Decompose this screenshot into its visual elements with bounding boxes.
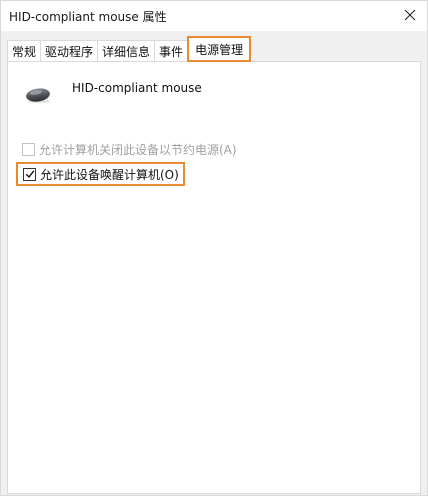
allow-turn-off-label: 允许计算机关闭此设备以节约电源(A) bbox=[39, 143, 237, 157]
tab-details[interactable]: 详细信息 bbox=[97, 40, 156, 62]
power-management-panel: HID-compliant mouse 允许计算机关闭此设备以节约电源(A) 允… bbox=[7, 61, 421, 494]
allow-wake-checkbox[interactable] bbox=[23, 167, 36, 181]
close-icon bbox=[404, 9, 416, 21]
close-button[interactable] bbox=[395, 1, 425, 29]
tab-events[interactable]: 事件 bbox=[154, 40, 189, 62]
checkmark-icon bbox=[25, 170, 34, 179]
device-name: HID-compliant mouse bbox=[72, 81, 202, 95]
allow-turn-off-checkbox[interactable] bbox=[22, 143, 35, 156]
allow-wake-label: 允许此设备唤醒计算机(O) bbox=[40, 167, 179, 182]
tab-driver[interactable]: 驱动程序 bbox=[40, 40, 99, 62]
mouse-icon bbox=[26, 88, 50, 103]
window-title: HID-compliant mouse 属性 bbox=[9, 10, 167, 24]
tab-power-management[interactable]: 电源管理 bbox=[187, 36, 252, 62]
properties-dialog: HID-compliant mouse 属性 常规 驱动程序 详细信息 事件 电… bbox=[0, 0, 428, 496]
tab-strip: 常规 驱动程序 详细信息 事件 电源管理 bbox=[7, 36, 252, 62]
title-bar: HID-compliant mouse 属性 bbox=[1, 1, 427, 31]
tab-general[interactable]: 常规 bbox=[7, 40, 42, 62]
allow-turn-off-option[interactable]: 允许计算机关闭此设备以节约电源(A) bbox=[22, 141, 237, 158]
allow-wake-option[interactable]: 允许此设备唤醒计算机(O) bbox=[16, 162, 185, 186]
